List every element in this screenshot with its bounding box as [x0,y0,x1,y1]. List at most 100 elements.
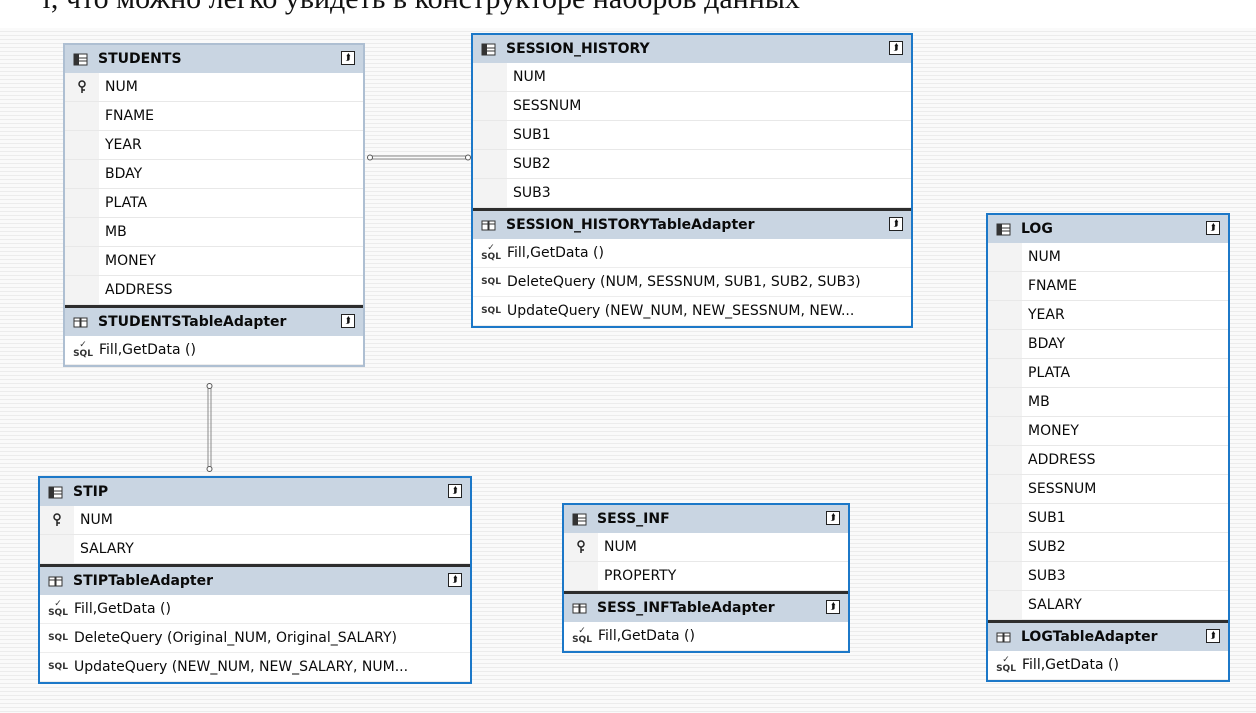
adapter-header-sess-inf[interactable]: SESS_INFTableAdapter ⮭ [564,594,848,622]
query-row[interactable]: ✓ SQL Fill,GetData () [473,239,911,268]
collapse-icon[interactable]: ⮭ [448,573,462,587]
collapse-icon[interactable]: ⮭ [889,41,903,55]
sql-query-icon: ✓ SQL [996,655,1016,674]
column-row[interactable]: FNAME [988,272,1228,301]
column-row[interactable]: PLATA [988,359,1228,388]
column-row[interactable]: NUM [988,243,1228,272]
column-row[interactable]: FNAME [65,102,363,131]
table-stip[interactable]: STIP ⮭ NUM SALARY STIPTableAdapter ⮭ ✓ SQ… [38,476,472,684]
adapter-title: STIPTableAdapter [73,573,214,589]
sql-query-icon: SQL [481,276,501,287]
column-row[interactable]: ADDRESS [65,276,363,305]
adapter-header-students[interactable]: STUDENTSTableAdapter ⮭ [65,308,363,336]
collapse-icon[interactable]: ⮭ [341,51,355,65]
column-row[interactable]: BDAY [988,330,1228,359]
column-row[interactable]: SALARY [40,535,470,564]
query-row[interactable]: ✓ SQL Fill,GetData () [40,595,470,624]
column-name: NUM [604,539,637,555]
column-row[interactable]: MB [65,218,363,247]
relation-students-session-history[interactable] [364,150,476,164]
table-header-students[interactable]: STUDENTS ⮭ [65,45,363,73]
column-row[interactable]: SUB3 [988,562,1228,591]
column-name: BDAY [1028,336,1066,352]
column-row[interactable]: NUM [473,63,911,92]
column-row[interactable]: YEAR [988,301,1228,330]
adapter-header-log[interactable]: LOGTableAdapter ⮭ [988,623,1228,651]
key-icon [40,506,74,534]
adapter-header-session-history[interactable]: SESSION_HISTORYTableAdapter ⮭ [473,211,911,239]
relation-students-stip[interactable] [202,380,216,476]
sql-query-icon: SQL [48,632,68,643]
column-name: PROPERTY [604,568,677,584]
column-name: SESSNUM [513,98,582,114]
query-row[interactable]: SQL UpdateQuery (NEW_NUM, NEW_SALARY, NUM… [40,653,470,682]
column-row[interactable]: NUM [564,533,848,562]
column-row[interactable]: YEAR [65,131,363,160]
table-icon [73,53,88,65]
column-name: SESSNUM [1028,481,1097,497]
column-row[interactable]: SUB1 [988,504,1228,533]
column-row[interactable]: BDAY [65,160,363,189]
table-header-sess-inf[interactable]: SESS_INF ⮭ [564,505,848,533]
column-row[interactable]: PLATA [65,189,363,218]
table-log[interactable]: LOG ⮭ NUM FNAME YEAR BDAY PLATA MB MONEY… [986,213,1230,682]
table-header-session-history[interactable]: SESSION_HISTORY ⮭ [473,35,911,63]
column-row[interactable]: SALARY [988,591,1228,620]
column-name: MB [1028,394,1050,410]
column-name: FNAME [1028,278,1078,294]
adapter-title: LOGTableAdapter [1021,629,1158,645]
column-row[interactable]: NUM [65,73,363,102]
document-caption: т, что можно легко увидеть в конструктор… [40,0,800,16]
key-icon [65,73,99,101]
adapter-header-stip[interactable]: STIPTableAdapter ⮭ [40,567,470,595]
table-title: SESS_INF [597,511,670,527]
column-row[interactable]: SUB2 [473,150,911,179]
table-header-stip[interactable]: STIP ⮭ [40,478,470,506]
table-sess-inf[interactable]: SESS_INF ⮭ NUM PROPERTY SESS_INFTableAda… [562,503,850,653]
sql-query-icon: SQL [48,661,68,672]
column-row[interactable]: SUB2 [988,533,1228,562]
column-row[interactable]: ADDRESS [988,446,1228,475]
column-row[interactable]: NUM [40,506,470,535]
query-row[interactable]: ✓ SQL Fill,GetData () [564,622,848,651]
column-name: ADDRESS [105,282,173,298]
query-row[interactable]: SQL DeleteQuery (NUM, SESSNUM, SUB1, SUB2… [473,268,911,297]
collapse-icon[interactable]: ⮭ [826,600,840,614]
collapse-icon[interactable]: ⮭ [1206,629,1220,643]
collapse-icon[interactable]: ⮭ [1206,221,1220,235]
table-adapter-icon [48,576,63,586]
table-adapter-icon [572,603,587,613]
table-icon [996,223,1011,235]
sql-query-icon: ✓ SQL [481,243,501,262]
table-session-history[interactable]: SESSION_HISTORY ⮭ NUM SESSNUM SUB1 SUB2 … [471,33,913,328]
column-row[interactable]: SESSNUM [988,475,1228,504]
collapse-icon[interactable]: ⮭ [889,217,903,231]
table-students[interactable]: STUDENTS ⮭ NUM FNAME YEAR BDAY PLATA MB … [63,43,365,367]
query-row[interactable]: ✓ SQL Fill,GetData () [988,651,1228,680]
column-name: NUM [80,512,113,528]
column-name: NUM [1028,249,1061,265]
column-name: MONEY [1028,423,1079,439]
query-row[interactable]: SQL DeleteQuery (Original_NUM, Original_S… [40,624,470,653]
query-row[interactable]: ✓ SQL Fill,GetData () [65,336,363,365]
query-row[interactable]: SQL UpdateQuery (NEW_NUM, NEW_SESSNUM, NE… [473,297,911,326]
collapse-icon[interactable]: ⮭ [448,484,462,498]
collapse-icon[interactable]: ⮭ [341,314,355,328]
query-name: Fill,GetData () [1022,657,1119,673]
column-row[interactable]: PROPERTY [564,562,848,591]
column-row[interactable]: MONEY [988,417,1228,446]
column-row[interactable]: SUB1 [473,121,911,150]
column-name: SUB2 [1028,539,1066,555]
column-row[interactable]: MONEY [65,247,363,276]
table-header-log[interactable]: LOG ⮭ [988,215,1228,243]
collapse-icon[interactable]: ⮭ [826,511,840,525]
column-row[interactable]: SUB3 [473,179,911,208]
column-row[interactable]: SESSNUM [473,92,911,121]
table-title: SESSION_HISTORY [506,41,650,57]
column-row[interactable]: MB [988,388,1228,417]
table-icon [48,486,63,498]
sql-query-icon: ✓ SQL [48,599,68,618]
table-icon [572,513,587,525]
column-name: SUB3 [1028,568,1066,584]
table-title: STUDENTS [98,51,182,67]
